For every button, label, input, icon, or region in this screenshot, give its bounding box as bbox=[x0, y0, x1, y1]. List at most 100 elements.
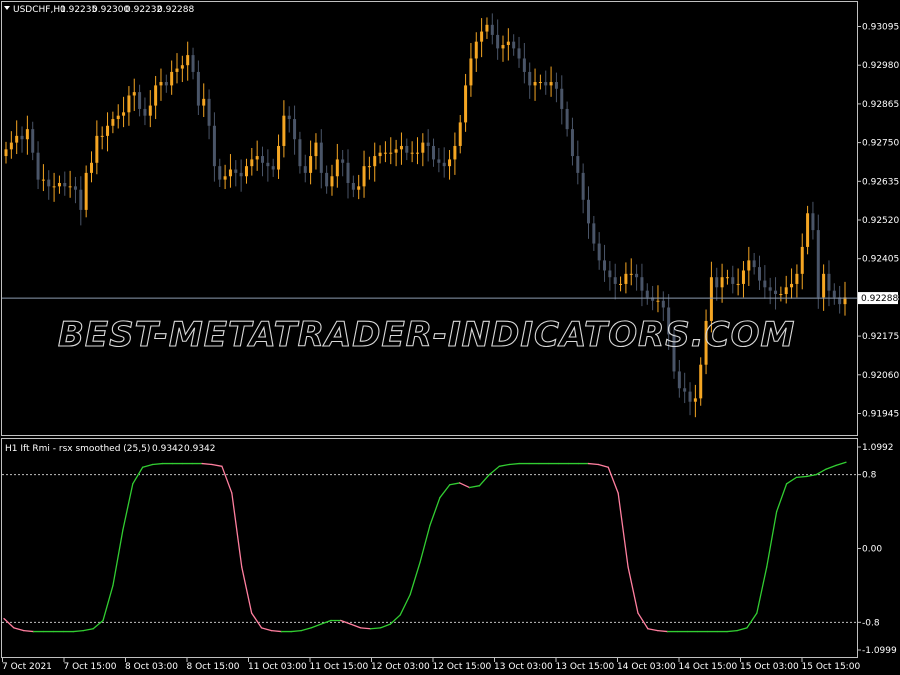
indicator-value-1: 0.9342 bbox=[152, 444, 184, 454]
price-axis-label: 0.92405 bbox=[862, 255, 899, 265]
candle-body bbox=[629, 273, 633, 275]
candle-body bbox=[683, 388, 687, 392]
indicator-axis-label: -0.8 bbox=[862, 618, 880, 628]
candle-body bbox=[576, 156, 580, 173]
price-axis-label: 0.92980 bbox=[862, 61, 899, 71]
chart-window[interactable]: BEST-METATRADER-INDICATORS.COM USDCHF,H1… bbox=[0, 0, 900, 675]
candle-body bbox=[506, 41, 510, 46]
candle-body bbox=[768, 287, 772, 291]
candle-body bbox=[367, 166, 371, 168]
indicator-axis-label: -1.0999 bbox=[862, 646, 897, 656]
candle-body bbox=[9, 142, 13, 150]
candle-body bbox=[148, 105, 152, 116]
candle-body bbox=[330, 176, 334, 187]
time-axis-label: 15 Oct 03:00 bbox=[740, 662, 799, 672]
indicator-segment bbox=[587, 462, 600, 466]
candle-body bbox=[832, 290, 836, 298]
candle-body bbox=[677, 371, 681, 389]
indicator-axis-label: 0.8 bbox=[862, 471, 877, 481]
time-axis-label: 11 Oct 03:00 bbox=[248, 662, 307, 672]
indicator-segment bbox=[201, 462, 213, 466]
price-axis-label: 0.92175 bbox=[862, 332, 899, 342]
candle-body bbox=[202, 98, 206, 106]
candle-body bbox=[613, 277, 617, 284]
candle-body bbox=[693, 398, 697, 402]
candle-body bbox=[661, 300, 665, 308]
candle-body bbox=[533, 82, 537, 86]
candle-body bbox=[143, 108, 147, 116]
candle-body bbox=[811, 213, 815, 231]
candle-body bbox=[560, 88, 564, 109]
candle-body bbox=[581, 172, 585, 200]
indicator-segment bbox=[508, 462, 520, 466]
indicator-segment bbox=[151, 462, 164, 466]
candle-body bbox=[57, 182, 61, 187]
candle-body bbox=[597, 243, 601, 261]
candle-body bbox=[250, 159, 254, 167]
candle-body bbox=[592, 223, 596, 244]
candle-body bbox=[20, 135, 24, 140]
candle-body bbox=[309, 156, 313, 173]
candle-body bbox=[752, 260, 756, 268]
candle-body bbox=[528, 71, 532, 86]
candle-body bbox=[127, 95, 131, 113]
indicator-axis-label: 1.0992 bbox=[862, 443, 894, 453]
candle-body bbox=[715, 277, 719, 288]
candle-body bbox=[84, 172, 88, 210]
candle-body bbox=[180, 65, 184, 69]
price-axis-label: 0.92635 bbox=[862, 177, 899, 187]
candle-body bbox=[175, 68, 179, 72]
candle-body bbox=[464, 85, 468, 123]
time-axis-label: 12 Oct 15:00 bbox=[433, 662, 492, 672]
indicator-segment bbox=[369, 627, 382, 630]
candle-body bbox=[314, 142, 318, 157]
candle-body bbox=[512, 41, 516, 49]
time-axis-label: 8 Oct 03:00 bbox=[125, 662, 178, 672]
candle-body bbox=[357, 186, 361, 190]
candle-body bbox=[795, 273, 799, 284]
candle-body bbox=[790, 283, 794, 288]
price-axis-label: 0.91945 bbox=[862, 409, 899, 419]
candle-body bbox=[474, 41, 478, 59]
indicator-segment bbox=[359, 627, 372, 630]
symbol-label: USDCHF,H1 bbox=[13, 5, 66, 15]
candle-body bbox=[138, 92, 142, 109]
candle-body bbox=[565, 108, 569, 130]
candle-body bbox=[335, 159, 339, 177]
candle-body bbox=[725, 277, 729, 279]
candle-body bbox=[79, 189, 83, 210]
candle-body bbox=[15, 135, 19, 143]
candle-body bbox=[480, 31, 484, 42]
candle-body bbox=[432, 145, 436, 160]
time-axis-label: 11 Oct 15:00 bbox=[310, 662, 369, 672]
candle-body bbox=[448, 159, 452, 167]
indicator-segment bbox=[657, 629, 669, 633]
candle-body bbox=[544, 82, 548, 86]
time-axis-label: 15 Oct 15:00 bbox=[802, 662, 861, 672]
price-axis-label: 0.92750 bbox=[862, 139, 899, 149]
candle-body bbox=[394, 149, 398, 153]
candle-body bbox=[757, 267, 761, 281]
candle-body bbox=[47, 179, 51, 187]
candle-body bbox=[132, 92, 136, 96]
candle-body bbox=[41, 179, 45, 181]
candle-body bbox=[603, 260, 607, 271]
indicator-value-2: 0.9342 bbox=[184, 444, 216, 454]
candle-body bbox=[501, 45, 505, 49]
candle-body bbox=[191, 55, 195, 72]
candle-body bbox=[421, 142, 425, 153]
candle-body bbox=[100, 135, 104, 137]
indicator-segment bbox=[290, 629, 302, 633]
candle-body bbox=[346, 162, 350, 183]
candle-body bbox=[469, 58, 473, 86]
candle-body bbox=[234, 169, 238, 173]
candle-body bbox=[538, 82, 542, 84]
candle-body bbox=[223, 176, 227, 180]
candle-body bbox=[373, 156, 377, 167]
candle-body bbox=[52, 186, 56, 188]
candle-body bbox=[159, 82, 163, 86]
candle-body bbox=[458, 122, 462, 146]
indicator-title: H1 Ift Rmi - rsx smoothed (25,5) bbox=[5, 444, 150, 454]
candle-body bbox=[747, 260, 751, 271]
candle-body bbox=[68, 186, 72, 188]
